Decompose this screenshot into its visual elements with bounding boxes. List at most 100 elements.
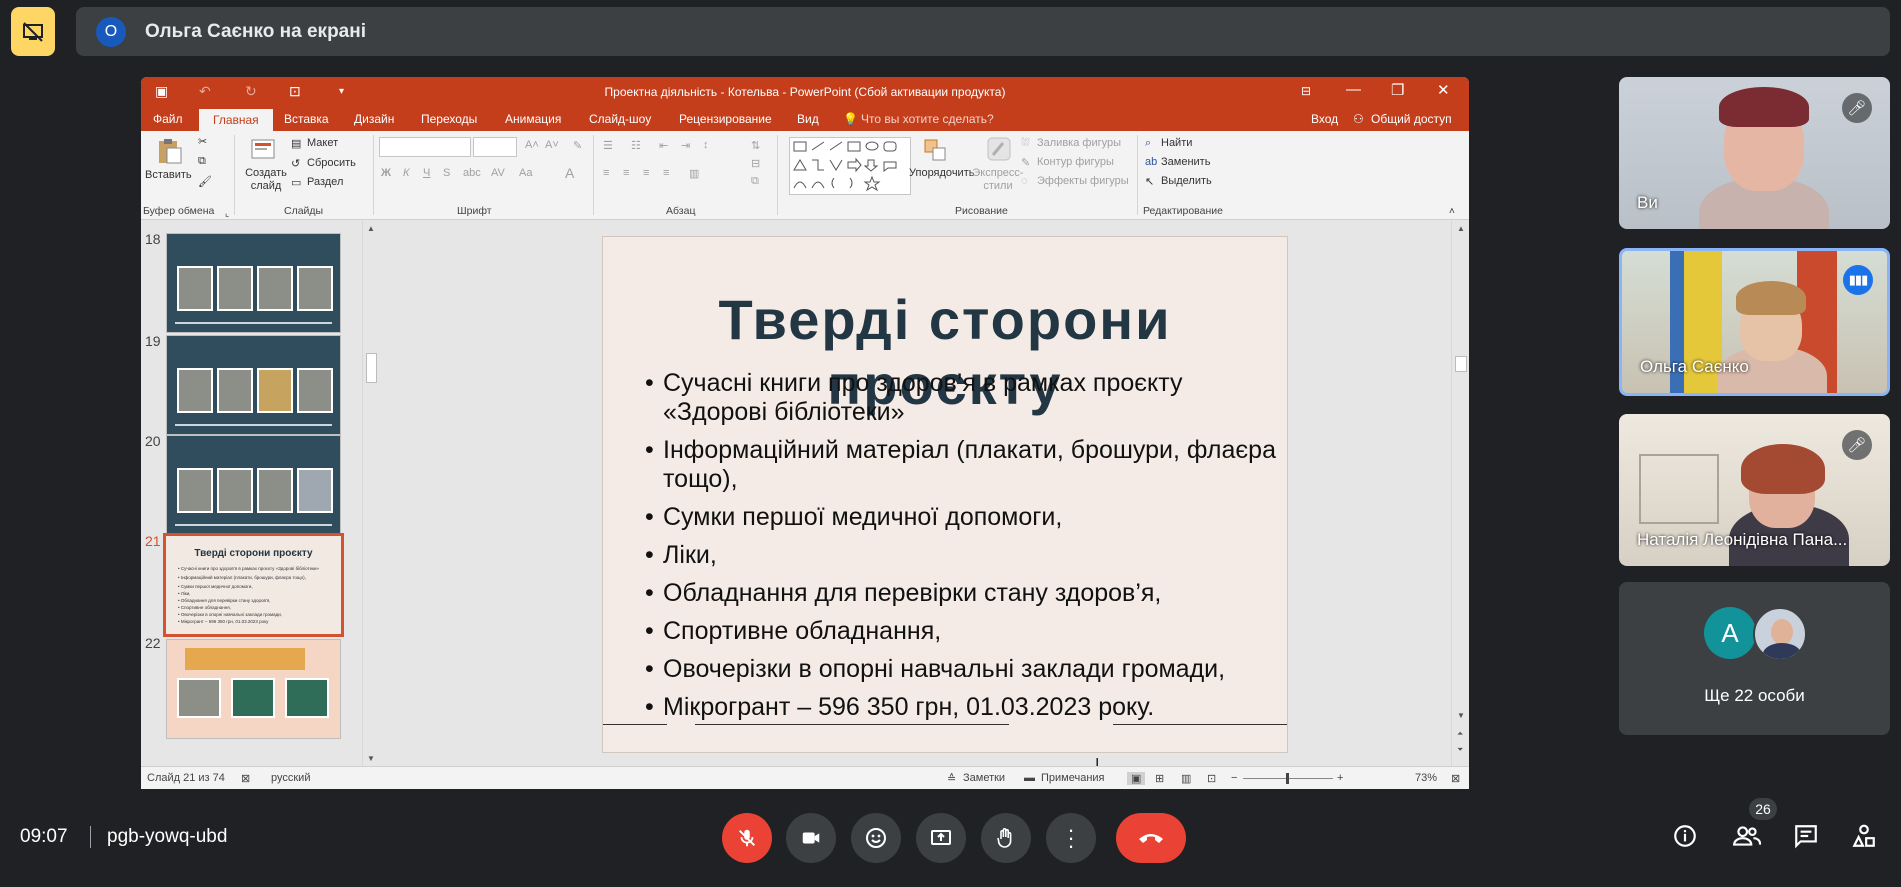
align-text-icon[interactable]: ⊟	[751, 157, 760, 170]
line-spacing-icon[interactable]: ↕	[703, 139, 709, 151]
arrange-button[interactable]: Упорядочить	[909, 167, 974, 179]
tell-me-input[interactable]: Что вы хотите сделать?	[861, 112, 994, 126]
quick-styles-button[interactable]: Экспресс-стили	[969, 167, 1027, 193]
slide-scrollbar[interactable]: ▲ ▼ ⏶ ⏷	[1451, 221, 1469, 766]
restore-icon[interactable]: ❐	[1391, 81, 1404, 99]
tab-animations[interactable]: Анимация	[505, 112, 561, 126]
meeting-info-icon[interactable]	[1672, 823, 1698, 855]
slide-thumbnail-21[interactable]: Тверді сторони проєкту • Сучасні книги п…	[163, 533, 344, 637]
reading-view-icon[interactable]: ▥	[1181, 772, 1191, 785]
tab-view[interactable]: Вид	[797, 112, 819, 126]
reactions-button[interactable]	[851, 813, 901, 863]
normal-view-icon[interactable]: ▣	[1127, 772, 1146, 785]
arrange-icon[interactable]	[922, 137, 950, 165]
comments-button[interactable]: Примечания	[1041, 772, 1105, 784]
people-icon[interactable]	[1732, 823, 1762, 855]
paste-button[interactable]: Вставить	[145, 169, 192, 181]
slide-thumbnail-20[interactable]	[166, 435, 341, 535]
clear-format-icon[interactable]: ✎	[573, 139, 582, 152]
tab-design[interactable]: Дизайн	[354, 112, 394, 126]
font-color-icon[interactable]: A	[565, 165, 574, 181]
more-options-button[interactable]: · · ·	[1046, 813, 1096, 863]
thumbnails-scrollbar[interactable]: ▲ ▼	[362, 221, 379, 766]
format-painter-icon[interactable]: 🖌	[198, 175, 212, 188]
scroll-up-icon[interactable]: ▲	[367, 224, 375, 233]
thumbnails-scroll-thumb[interactable]	[366, 353, 377, 383]
collapse-ribbon-icon[interactable]: ˄	[1449, 206, 1455, 217]
ribbon-options-icon[interactable]: ⊟	[1301, 84, 1311, 98]
decrease-indent-icon[interactable]: ⇤	[659, 139, 668, 152]
change-case-icon[interactable]: Aa	[519, 167, 532, 179]
shape-fill-button[interactable]: Заливка фигуры	[1037, 137, 1121, 149]
columns-icon[interactable]: ▥	[689, 167, 699, 180]
spellcheck-icon[interactable]: ⊠	[241, 772, 250, 785]
slide-bullets[interactable]: Сучасні книги про здоров’я в рамках проє…	[645, 369, 1285, 731]
stop-presenting-icon[interactable]	[11, 7, 55, 56]
slide-scroll-thumb[interactable]	[1455, 356, 1467, 372]
slideshow-view-icon[interactable]: ⊡	[1207, 772, 1216, 785]
paste-icon[interactable]	[155, 137, 183, 165]
slide-thumbnail-22[interactable]	[166, 639, 341, 739]
justify-icon[interactable]: ≡	[663, 167, 669, 179]
clipboard-launcher-icon[interactable]: ⌞	[225, 208, 229, 219]
present-screen-button[interactable]	[916, 813, 966, 863]
replace-button[interactable]: Заменить	[1161, 156, 1210, 168]
scroll-down-icon[interactable]: ▼	[1457, 711, 1465, 720]
zoom-out-icon[interactable]: −	[1231, 772, 1237, 784]
participant-tile-self[interactable]: 🎤︎ Ви	[1619, 77, 1890, 229]
underline-icon[interactable]: Ч	[423, 167, 430, 179]
grow-font-icon[interactable]: A˄	[525, 139, 539, 151]
shadow-icon[interactable]: S	[443, 167, 450, 179]
sign-in-link[interactable]: Вход	[1311, 112, 1338, 126]
shrink-font-icon[interactable]: A˅	[545, 139, 559, 151]
reset-button[interactable]: Сбросить	[307, 157, 356, 169]
fit-slide-icon[interactable]: ⊠	[1451, 772, 1460, 785]
tab-slideshow[interactable]: Слайд-шоу	[589, 112, 651, 126]
shapes-gallery[interactable]	[789, 137, 911, 195]
italic-icon[interactable]: К	[403, 167, 409, 179]
cut-icon[interactable]: ✂	[198, 135, 207, 148]
participant-tile-presenter[interactable]: ▮▮▮ Ольга Саєнко	[1619, 248, 1890, 396]
participant-tile[interactable]: 🎤︎ Наталія Леонідівна Пана...	[1619, 414, 1890, 566]
increase-indent-icon[interactable]: ⇥	[681, 139, 690, 152]
select-button[interactable]: Выделить	[1161, 175, 1212, 187]
zoom-in-icon[interactable]: +	[1337, 772, 1343, 784]
more-participants-tile[interactable]: А Ще 22 особи	[1619, 582, 1890, 735]
copy-icon[interactable]: ⧉	[198, 155, 206, 168]
end-call-button[interactable]	[1116, 813, 1186, 863]
next-slide-icon[interactable]: ⏷	[1457, 745, 1463, 755]
align-center-icon[interactable]: ≡	[623, 167, 629, 179]
align-right-icon[interactable]: ≡	[643, 167, 649, 179]
shape-outline-button[interactable]: Контур фигуры	[1037, 156, 1114, 168]
layout-button[interactable]: Макет	[307, 137, 338, 149]
notes-button[interactable]: Заметки	[963, 772, 1005, 784]
new-slide-button[interactable]: Создать слайд	[243, 167, 289, 193]
activities-icon[interactable]	[1851, 823, 1877, 855]
scroll-up-icon[interactable]: ▲	[1457, 224, 1465, 233]
previous-slide-icon[interactable]: ⏶	[1457, 729, 1463, 739]
share-button[interactable]: Общий доступ	[1371, 112, 1452, 126]
smartart-icon[interactable]: ⧉	[751, 175, 759, 188]
slide-sorter-icon[interactable]: ⊞	[1155, 772, 1164, 785]
align-left-icon[interactable]: ≡	[603, 167, 609, 179]
zoom-level[interactable]: 73%	[1415, 772, 1437, 784]
minimize-icon[interactable]: —	[1346, 81, 1361, 98]
tab-insert[interactable]: Вставка	[284, 112, 329, 126]
raise-hand-button[interactable]	[981, 813, 1031, 863]
slide-thumbnail-18[interactable]	[166, 233, 341, 333]
tab-review[interactable]: Рецензирование	[679, 112, 772, 126]
spacing-icon[interactable]: AV	[491, 167, 505, 179]
language-indicator[interactable]: русский	[271, 772, 310, 784]
tab-home[interactable]: Главная	[199, 109, 273, 131]
section-button[interactable]: Раздел	[307, 176, 343, 188]
microphone-toggle-button[interactable]	[722, 813, 772, 863]
shape-effects-button[interactable]: Эффекты фигуры	[1037, 175, 1129, 187]
font-size-field[interactable]	[473, 137, 517, 157]
camera-toggle-button[interactable]	[786, 813, 836, 863]
numbering-icon[interactable]: ☷	[631, 139, 641, 152]
zoom-slider-thumb[interactable]	[1286, 773, 1289, 784]
close-icon[interactable]: ✕	[1437, 81, 1450, 99]
strikethrough-icon[interactable]: abc	[463, 167, 481, 179]
find-button[interactable]: Найти	[1161, 137, 1192, 149]
quick-styles-icon[interactable]	[985, 135, 1013, 163]
